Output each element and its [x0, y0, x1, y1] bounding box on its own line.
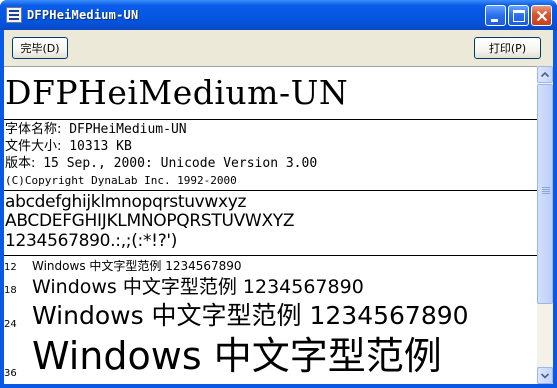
- done-button[interactable]: 完毕(D): [12, 37, 68, 59]
- version-row: 版本: 15 Sep., 2000: Unicode Version 3.00: [5, 156, 317, 172]
- font-name-heading: DFPHeiMedium-UN: [5, 73, 349, 112]
- scroll-down-button[interactable]: [537, 367, 553, 384]
- version-label: 版本:: [5, 156, 36, 171]
- scroll-up-button[interactable]: [537, 66, 553, 83]
- copyright-text: (C)Copyright DynaLab Inc. 1992-2000: [5, 174, 237, 187]
- arrow-up-icon: [540, 71, 550, 78]
- sample-size-label: 12: [4, 262, 17, 273]
- sample-text: Windows 中文字型范例: [32, 334, 442, 378]
- vertical-scrollbar[interactable]: [537, 66, 553, 384]
- print-button[interactable]: 打印(P): [474, 37, 541, 59]
- maximize-icon: [513, 10, 525, 22]
- font-preview-pane: DFPHeiMedium-UN 字体名称: DFPHeiMedium-UN 文件…: [4, 66, 537, 384]
- version-value: 15 Sep., 2000: Unicode Version 3.00: [43, 156, 318, 171]
- title-bar[interactable]: DFPHeiMedium-UN: [0, 0, 557, 30]
- divider: [4, 119, 537, 120]
- filesize-row: 文件大小: 10313 KB: [5, 139, 132, 155]
- minimize-button[interactable]: [485, 5, 506, 26]
- sample-size-label: 18: [4, 285, 17, 296]
- scroll-thumb[interactable]: [537, 84, 553, 304]
- minimize-icon: [491, 19, 498, 22]
- grip-icon: [542, 187, 550, 188]
- typeface-label: 字体名称:: [5, 122, 62, 137]
- close-icon: [536, 10, 548, 22]
- divider: [4, 255, 537, 256]
- window-title: DFPHeiMedium-UN: [27, 8, 139, 22]
- sample-text: Windows 中文字型范例 1234567890: [32, 301, 469, 330]
- font-file-icon[interactable]: [6, 7, 22, 23]
- divider: [4, 190, 537, 191]
- client-area: 完毕(D) 打印(P) DFPHeiMedium-UN 字体名称: DFPHei…: [4, 30, 553, 384]
- filesize-value: 10313 KB: [69, 139, 132, 154]
- charset-uppercase: ABCDEFGHIJKLMNOPQRSTUVWXYZ: [5, 211, 295, 231]
- close-button[interactable]: [531, 5, 552, 26]
- font-viewer-window: DFPHeiMedium-UN 完毕(D) 打印(P) DFPHeiMedium…: [0, 0, 557, 388]
- sample-text: Windows 中文字型范例 1234567890: [32, 276, 364, 298]
- charset-lowercase: abcdefghijklmnopqrstuvwxyz: [5, 192, 247, 212]
- typeface-value: DFPHeiMedium-UN: [69, 122, 187, 137]
- sample-size-label: 24: [4, 319, 17, 330]
- sample-text: Windows 中文字型范例 1234567890: [32, 259, 242, 273]
- sample-size-label: 36: [4, 368, 17, 379]
- maximize-button[interactable]: [508, 5, 529, 26]
- filesize-label: 文件大小:: [5, 139, 62, 154]
- typeface-row: 字体名称: DFPHeiMedium-UN: [5, 122, 187, 138]
- charset-digits: 1234567890.:,;(:*!?'): [5, 231, 178, 251]
- arrow-down-icon: [540, 373, 550, 379]
